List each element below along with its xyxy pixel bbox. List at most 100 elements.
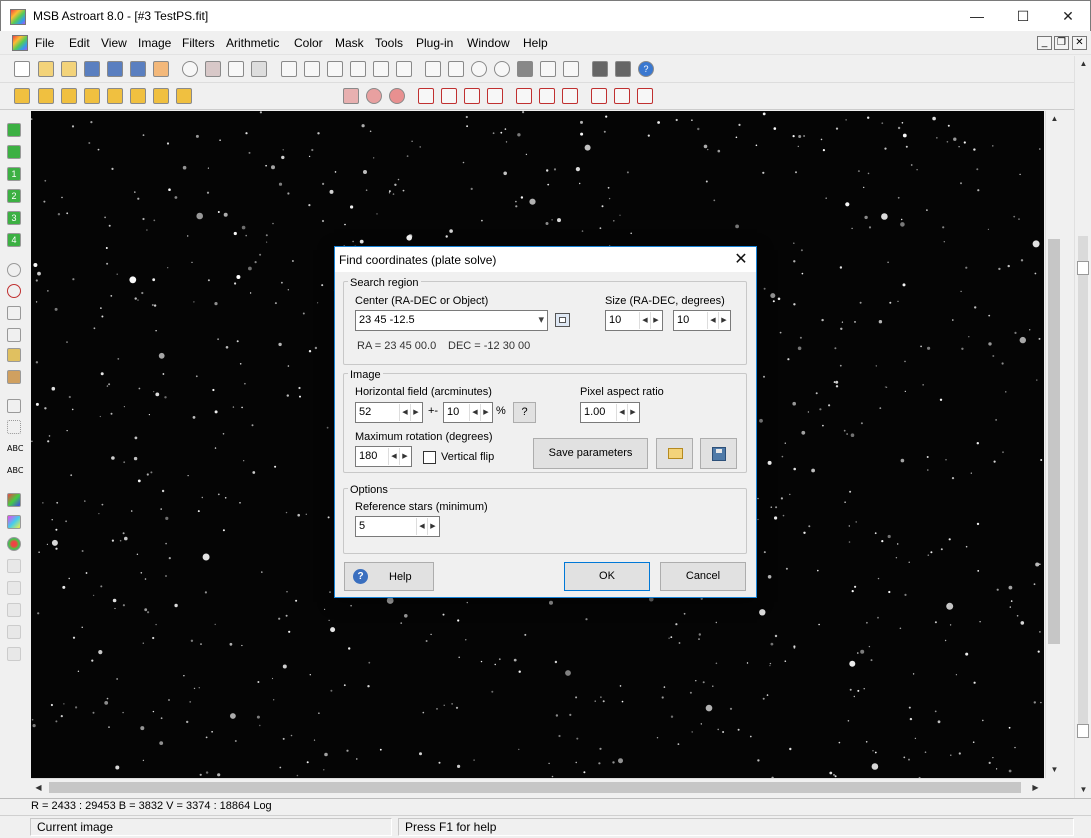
add-icon[interactable] [14,88,30,104]
sum-icon[interactable] [396,61,412,77]
histogram-icon[interactable] [304,61,320,77]
size-dec-spinner[interactable]: 10 ◀ ▶ [673,310,731,331]
spin-right-icon[interactable]: ▶ [410,404,421,421]
stop-icon[interactable] [7,123,21,137]
menu-file[interactable]: File [35,36,54,50]
save-as-icon[interactable] [107,61,123,77]
image-horizontal-scrollbar[interactable]: ◀ ▶ [31,778,1044,795]
color-combine-icon[interactable] [7,515,21,529]
cut-icon[interactable] [205,61,221,77]
horizontal-scroll-thumb[interactable] [49,782,1021,793]
reference-stars-spinner[interactable]: 5 ◀ ▶ [355,516,440,537]
spin-left-icon[interactable]: ◀ [616,404,627,421]
help-button[interactable]: ? Help [344,562,434,591]
menu-arithmetic[interactable]: Arithmetic [226,36,279,50]
fit-screen-icon[interactable] [540,61,556,77]
spin-right-icon[interactable]: ▶ [480,404,491,421]
size-ra-spinner[interactable]: 10 ◀ ▶ [605,310,663,331]
save-all-icon[interactable] [130,61,146,77]
mdi-close-button[interactable]: ✕ [1072,36,1087,50]
spin-right-icon[interactable]: ▶ [718,312,729,329]
function-icon[interactable] [176,88,192,104]
scroll-left-button[interactable]: ◀ [31,780,46,795]
copy-icon[interactable] [228,61,244,77]
scroll-right-button[interactable]: ▶ [1028,780,1043,795]
spin-left-icon[interactable]: ◀ [399,404,410,421]
rotate-icon[interactable] [539,88,555,104]
zoom-window-icon[interactable] [281,61,297,77]
dialog-close-button[interactable]: ✕ [727,248,755,272]
mosaic-icon[interactable] [7,348,21,362]
menu-plugin[interactable]: Plug-in [416,36,453,50]
divide-icon[interactable] [84,88,100,104]
monitor-icon[interactable] [517,61,533,77]
workspace-scroll-up-button[interactable]: ▲ [1076,56,1091,71]
max-rotation-spinner[interactable]: 180 ◀ ▶ [355,446,412,467]
crop-icon[interactable] [418,88,434,104]
menu-edit[interactable]: Edit [69,36,90,50]
play-icon[interactable] [7,145,21,159]
title-bar[interactable]: MSB Astroart 8.0 - [#3 TestPS.fit] — ☐ ✕ [0,0,1091,31]
profile-icon[interactable] [327,61,343,77]
bar-chart-icon[interactable] [343,88,359,104]
field-help-button[interactable]: ? [513,402,536,423]
tolerance-spinner[interactable]: 10 ◀ ▶ [443,402,493,423]
minimize-button[interactable]: — [954,1,1000,31]
color-balance-icon[interactable] [7,493,21,507]
zoom-in-icon[interactable] [471,61,487,77]
channel-3-button[interactable]: 3 [7,211,21,225]
combo-dropdown-icon[interactable]: ▾ [538,311,544,330]
scroll-up-button[interactable]: ▲ [1047,111,1062,126]
menu-tools[interactable]: Tools [375,36,403,50]
aspect-ratio-spinner[interactable]: 1.00 ◀ ▶ [580,402,640,423]
flip-vertical-icon[interactable] [562,88,578,104]
save-parameters-button[interactable]: Save parameters [533,438,648,469]
vertical-scroll-thumb[interactable] [1048,239,1060,644]
star-select-icon[interactable] [7,263,21,277]
grid-icon[interactable] [7,370,21,384]
browse-icon[interactable] [153,61,169,77]
save-icon[interactable] [84,61,100,77]
menu-help[interactable]: Help [523,36,548,50]
text-tool-icon[interactable]: ABC [7,444,23,453]
new-file-icon[interactable] [14,61,30,77]
menu-image[interactable]: Image [138,36,171,50]
menu-view[interactable]: View [101,36,127,50]
zoom-out-icon[interactable] [494,61,510,77]
noise-icon[interactable] [366,88,382,104]
zoom-width-icon[interactable] [448,61,464,77]
channel-2-button[interactable]: 2 [7,189,21,203]
fullscreen-icon[interactable] [563,61,579,77]
catalog-icon[interactable] [555,313,570,327]
menu-color[interactable]: Color [294,36,323,50]
telescope-icon[interactable] [592,61,608,77]
curve-icon[interactable] [7,399,21,413]
menu-window[interactable]: Window [467,36,510,50]
load-parameters-button[interactable] [656,438,693,469]
maximize-button[interactable]: ☐ [1000,1,1046,31]
menu-filters[interactable]: Filters [182,36,215,50]
spin-right-icon[interactable]: ▶ [427,518,438,535]
open-folder-icon[interactable] [38,61,54,77]
vertical-flip-checkbox[interactable] [423,451,436,464]
paste-icon[interactable] [251,61,267,77]
graph-add-icon[interactable] [7,328,21,342]
spin-left-icon[interactable]: ◀ [416,518,427,535]
workspace-scroll-down-button[interactable]: ▼ [1076,782,1091,797]
horizontal-field-spinner[interactable]: 52 ◀ ▶ [355,402,423,423]
surface-icon[interactable] [350,61,366,77]
cancel-button[interactable]: Cancel [660,562,746,591]
workspace-scroll-thumb[interactable] [1077,261,1089,275]
scroll-down-button[interactable]: ▼ [1047,762,1062,777]
flip-horizontal-icon[interactable] [516,88,532,104]
menu-mask[interactable]: Mask [335,36,364,50]
workspace-scroll-thumb-2[interactable] [1077,724,1089,738]
zoom-fit-icon[interactable] [425,61,441,77]
undo-icon[interactable] [182,61,198,77]
grid-3x2-icon[interactable] [614,88,630,104]
spin-right-icon[interactable]: ▶ [650,312,661,329]
workspace-vertical-scrollbar[interactable]: ▲ ▼ [1074,56,1091,798]
mean-icon[interactable] [107,88,123,104]
subtract-icon[interactable] [38,88,54,104]
info-window-icon[interactable] [373,61,389,77]
